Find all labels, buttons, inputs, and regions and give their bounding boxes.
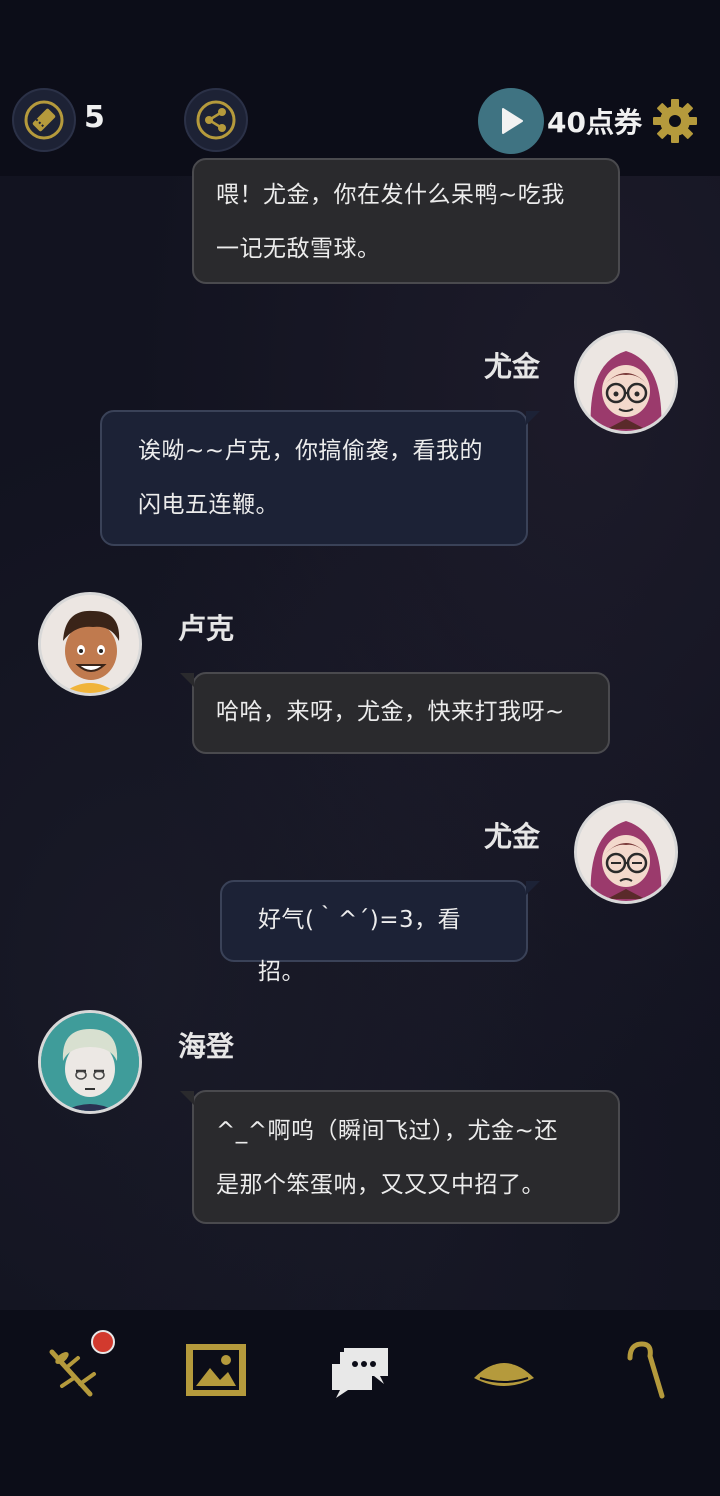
message-line: 好气(｀^´)=3，看招。 — [258, 907, 462, 985]
message-line: 是那个笨蛋呐，又又又中招了。 — [216, 1172, 545, 1198]
chat-icon[interactable] — [328, 1340, 392, 1404]
ticket-count: 5 — [84, 100, 105, 135]
message-line: 一记无敌雪球。 — [216, 236, 381, 262]
play-button[interactable] — [478, 88, 544, 154]
notification-badge — [91, 1330, 115, 1354]
coupon-balance[interactable]: 40点券 — [547, 101, 642, 141]
message-line: 闪电五连鞭。 — [138, 492, 279, 518]
avatar-eugene[interactable] — [574, 800, 678, 904]
share-icon — [196, 100, 236, 140]
ticket-icon — [24, 100, 64, 140]
message-bubble: 诶呦~~卢克，你搞偷袭，看我的 闪电五连鞭。 — [100, 410, 528, 546]
message-bubble: 哈哈，来呀，尤金，快来打我呀~ — [192, 672, 610, 754]
speaker-name: 卢克 — [178, 612, 235, 645]
avatar-luke[interactable] — [38, 592, 142, 696]
avatar-eugene-image — [577, 333, 675, 431]
message-line: 诶呦~~卢克，你搞偷袭，看我的 — [138, 438, 484, 464]
avatar-luke-image — [41, 595, 139, 693]
speaker-name: 尤金 — [484, 820, 541, 853]
top-bar — [0, 0, 720, 176]
gear-icon[interactable] — [652, 98, 698, 144]
speaker-name: 尤金 — [484, 350, 541, 383]
speaker-name: 海登 — [178, 1030, 235, 1063]
avatar-hayden-image — [41, 1013, 139, 1111]
message-line: 哈哈，来呀，尤金，快来打我呀~ — [216, 699, 565, 725]
play-icon — [502, 108, 523, 134]
bubble-tail — [180, 1091, 194, 1105]
bubble-tail — [526, 411, 540, 425]
bubble-tail — [180, 673, 194, 687]
share-button[interactable] — [184, 88, 248, 152]
avatar-eugene-image — [577, 803, 675, 901]
avatar-eugene[interactable] — [574, 330, 678, 434]
gallery-icon[interactable] — [184, 1340, 248, 1404]
bubble-tail — [526, 881, 540, 895]
hat-icon[interactable] — [472, 1342, 536, 1406]
message-bubble: 好气(｀^´)=3，看招。 — [220, 880, 528, 985]
ticket-button[interactable] — [12, 88, 76, 152]
avatar-hayden[interactable] — [38, 1010, 142, 1114]
message-bubble: ^_^啊呜（瞬间飞过），尤金~还 是那个笨蛋呐，又又又中招了。 — [192, 1090, 620, 1224]
cane-icon[interactable] — [616, 1338, 680, 1402]
message-line: 喂！尤金，你在发什么呆鸭~吃我 — [216, 182, 565, 208]
message-line: ^_^啊呜（瞬间飞过），尤金~还 — [216, 1118, 558, 1144]
message-bubble: 喂！尤金，你在发什么呆鸭~吃我 一记无敌雪球。 — [192, 158, 620, 284]
